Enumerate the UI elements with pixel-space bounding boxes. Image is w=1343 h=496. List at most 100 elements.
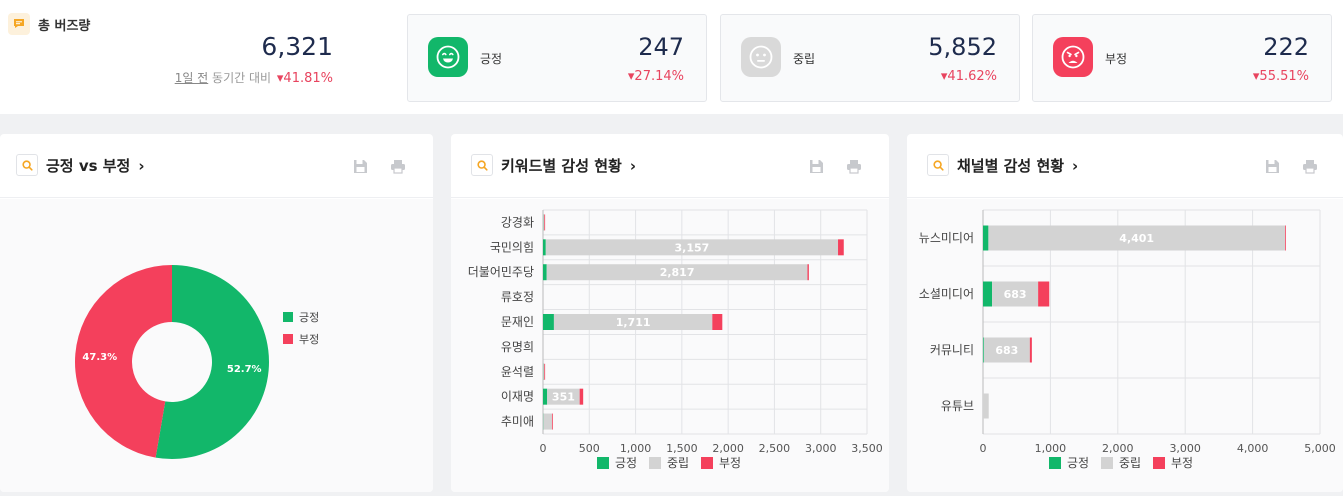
positive-label: 긍정 <box>480 52 503 66</box>
x-tick-label: 4,000 <box>1237 442 1269 455</box>
y-tick-label: 소셜미디어 <box>919 287 974 301</box>
bar-data-label: 683 <box>1004 288 1027 301</box>
negative-change: ▾55.51% <box>1253 69 1309 84</box>
print-icon[interactable] <box>1301 157 1319 175</box>
legend-label: 긍정 <box>299 311 319 324</box>
legend-label: 긍정 <box>615 456 637 470</box>
bar-긍정 <box>983 281 993 307</box>
pie-slice-긍정 <box>155 265 269 459</box>
x-tick-label: 500 <box>579 442 600 455</box>
bar-부정 <box>838 239 844 256</box>
bar-부정 <box>551 413 553 430</box>
bar-부정 <box>544 214 546 231</box>
x-tick-label: 3,500 <box>851 442 883 455</box>
print-icon[interactable] <box>845 157 863 175</box>
y-tick-label: 강경화 <box>501 215 534 229</box>
neutral-label: 중립 <box>793 52 816 66</box>
channel-sentiment-panel: 채널별 감성 현황 › 0 1,000 2,000 3,000 4,000 5,000 뉴스미… <box>907 134 1343 492</box>
panel-body: 0 1,000 2,000 3,000 4,000 5,000 뉴스미디어 4,401 소셜미디… <box>907 199 1343 492</box>
keyword-sentiment-panel: 키워드별 감성 현황 › 0 500 1,000 1,500 2,000 2,500 3,00… <box>451 134 889 492</box>
legend-swatch-긍정 <box>1049 457 1061 469</box>
x-tick-label: 5,000 <box>1304 442 1336 455</box>
panel-title: 긍정 vs 부정 <box>46 157 131 175</box>
legend-swatch-부정 <box>283 334 293 344</box>
x-tick-label: 2,500 <box>759 442 791 455</box>
period-link[interactable]: 1일 전 <box>175 71 209 85</box>
total-buzz-header: 총 버즈량 <box>8 13 90 35</box>
x-tick-label: 2,000 <box>1102 442 1134 455</box>
save-icon[interactable] <box>807 157 825 175</box>
legend-label: 긍정 <box>1067 456 1089 470</box>
y-tick-label: 윤석렬 <box>501 365 534 379</box>
bar-긍정 <box>543 314 554 330</box>
print-icon[interactable] <box>389 157 407 175</box>
negative-card[interactable]: 부정 222 ▾55.51% <box>1032 14 1332 102</box>
happy-face-icon <box>428 37 468 77</box>
panel-title-link[interactable]: 키워드별 감성 현황 › <box>501 155 636 176</box>
positive-value: 247 <box>638 33 684 61</box>
chevron-right-icon: › <box>138 157 145 175</box>
bar-data-label: 4,401 <box>1119 232 1154 245</box>
y-tick-label: 류호정 <box>501 290 534 304</box>
panel-title-link[interactable]: 채널별 감성 현황 › <box>957 155 1078 176</box>
legend-swatch-중립 <box>1101 457 1113 469</box>
compare-label: 동기간 대비 <box>212 71 272 85</box>
bar-부정 <box>712 314 723 330</box>
pie-data-label: 52.7% <box>227 364 262 375</box>
legend-swatch-중립 <box>649 457 661 469</box>
panel-body: 52.7% 47.3% 긍정 부정 <box>0 199 433 492</box>
neutral-card[interactable]: 중립 5,852 ▾41.62% <box>720 14 1020 102</box>
bar-중립 <box>543 214 545 231</box>
search-icon[interactable] <box>16 154 38 176</box>
panel-body: 0 500 1,000 1,500 2,000 2,500 3,000 3,500 강경화 국민의… <box>451 199 889 492</box>
positive-change-value: 27.14% <box>634 69 684 84</box>
legend-label: 부정 <box>1171 456 1193 470</box>
search-icon[interactable] <box>927 154 949 176</box>
y-tick-label: 문재인 <box>501 315 534 329</box>
legend-swatch-긍정 <box>597 457 609 469</box>
bar-부정 <box>579 388 584 405</box>
bar-긍정 <box>543 239 546 256</box>
legend-label: 부정 <box>299 333 319 346</box>
positive-change: ▾27.14% <box>628 69 684 84</box>
x-tick-label: 1,000 <box>620 442 652 455</box>
panel-header: 채널별 감성 현황 › <box>907 134 1343 198</box>
y-tick-label: 더불어민주당 <box>468 265 534 279</box>
bar-data-label: 351 <box>552 391 575 404</box>
bar-긍정 <box>543 388 548 405</box>
panel-title: 채널별 감성 현황 <box>957 157 1065 175</box>
panel-header: 키워드별 감성 현황 › <box>451 134 889 198</box>
legend-swatch-부정 <box>1153 457 1165 469</box>
bar-부정 <box>1029 337 1032 363</box>
bar-data-label: 683 <box>995 344 1018 357</box>
y-tick-label: 유명희 <box>501 340 534 354</box>
positive-card[interactable]: 긍정 247 ▾27.14% <box>407 14 707 102</box>
bar-긍정 <box>983 337 984 363</box>
chevron-right-icon: › <box>629 157 637 175</box>
bar-중립 <box>543 289 544 306</box>
keyword-bar-chart: 0 500 1,000 1,500 2,000 2,500 3,000 3,500 강경화국민의… <box>468 209 883 470</box>
bar-중립 <box>543 413 552 430</box>
legend-label: 중립 <box>667 456 689 470</box>
bar-긍정 <box>983 225 989 251</box>
positive-vs-negative-panel: 긍정 vs 부정 › 52.7% 47.3% 긍정 부정 <box>0 134 433 492</box>
bar-부정 <box>544 363 546 380</box>
y-tick-label: 국민의힘 <box>490 240 534 254</box>
pie-chart: 52.7% 47.3% 긍정부정 <box>74 265 319 459</box>
bar-중립 <box>543 363 545 380</box>
x-tick-label: 3,000 <box>1169 442 1201 455</box>
legend-swatch-부정 <box>701 457 713 469</box>
negative-value: 222 <box>1263 33 1309 61</box>
bar-긍정 <box>543 264 547 281</box>
negative-label: 부정 <box>1105 52 1128 66</box>
y-tick-label: 유튜브 <box>941 399 974 413</box>
legend-label: 중립 <box>1119 456 1141 470</box>
bar-부정 <box>807 264 809 281</box>
legend-swatch-긍정 <box>283 312 293 322</box>
panel-title-link[interactable]: 긍정 vs 부정 › <box>46 155 145 176</box>
neutral-change-value: 41.62% <box>947 69 997 84</box>
x-tick-label: 1,500 <box>666 442 698 455</box>
search-icon[interactable] <box>471 154 493 176</box>
save-icon[interactable] <box>351 157 369 175</box>
save-icon[interactable] <box>1263 157 1281 175</box>
